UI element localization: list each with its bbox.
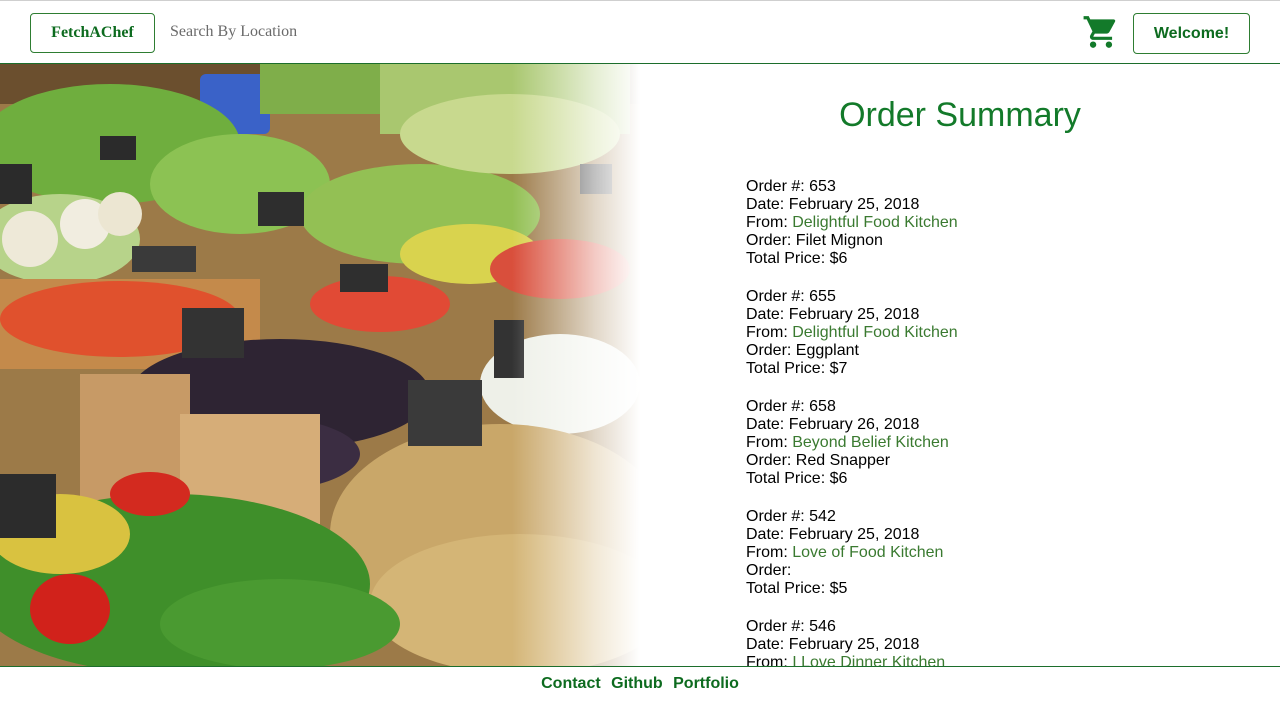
kitchen-link[interactable]: I Love Dinner Kitchen	[792, 654, 945, 666]
order-number: 658	[809, 398, 836, 415]
order-date-line: Date: February 25, 2018	[746, 526, 920, 543]
order-total: $6	[829, 250, 848, 267]
top-nav: FetchAChef Welcome!	[0, 0, 1280, 64]
order-date-line: Date: February 26, 2018	[746, 416, 920, 433]
order-number-line: Order #: 546	[746, 618, 836, 635]
order-dish-line: Order: Eggplant	[746, 342, 859, 359]
order-date-line: Date: February 25, 2018	[746, 636, 920, 653]
order-number-line: Order #: 653	[746, 178, 836, 195]
order-item: Order #: 653 Date: February 25, 2018 Fro…	[746, 178, 1246, 268]
order-item: Order #: 658 Date: February 26, 2018 Fro…	[746, 398, 1246, 488]
order-total: $7	[829, 360, 848, 377]
image-fade-overlay	[0, 64, 640, 666]
order-item: Order #: 546 Date: February 25, 2018 Fro…	[746, 618, 1246, 666]
order-total-line: Total Price: $6	[746, 250, 848, 267]
contact-link[interactable]: Contact	[541, 675, 601, 692]
order-date: February 25, 2018	[788, 306, 920, 323]
order-from-line: From: Beyond Belief Kitchen	[746, 434, 949, 451]
search-location-input[interactable]	[170, 19, 470, 45]
kitchen-link[interactable]: Delightful Food Kitchen	[792, 324, 957, 341]
order-dish: Filet Mignon	[795, 232, 883, 249]
order-dish-line: Order: Filet Mignon	[746, 232, 883, 249]
order-item: Order #: 542 Date: February 25, 2018 Fro…	[746, 508, 1246, 598]
kitchen-link[interactable]: Delightful Food Kitchen	[792, 214, 957, 231]
footer: Contact Github Portfolio	[0, 666, 1280, 727]
market-produce-image	[0, 64, 640, 666]
github-link[interactable]: Github	[611, 675, 663, 692]
portfolio-link[interactable]: Portfolio	[673, 675, 739, 692]
order-number: 653	[809, 178, 836, 195]
order-number-line: Order #: 542	[746, 508, 836, 525]
cart-icon-svg	[1083, 16, 1116, 48]
order-date-line: Date: February 25, 2018	[746, 196, 920, 213]
kitchen-link[interactable]: Beyond Belief Kitchen	[792, 434, 949, 451]
order-total-line: Total Price: $6	[746, 470, 848, 487]
order-date: February 25, 2018	[788, 636, 920, 653]
welcome-button[interactable]: Welcome!	[1133, 13, 1250, 54]
footer-links: Contact Github Portfolio	[0, 675, 1280, 693]
order-date: February 26, 2018	[788, 416, 920, 433]
order-from-line: From: I Love Dinner Kitchen	[746, 654, 1246, 666]
order-total: $5	[829, 580, 848, 597]
order-list: Order #: 653 Date: February 25, 2018 Fro…	[746, 178, 1246, 666]
order-number: 546	[809, 618, 836, 635]
order-dish: Red Snapper	[795, 452, 891, 469]
order-total: $6	[829, 470, 848, 487]
order-item: Order #: 655 Date: February 25, 2018 Fro…	[746, 288, 1246, 378]
order-dish-line: Order:	[746, 562, 792, 579]
order-total-line: Total Price: $5	[746, 580, 848, 597]
order-from-line: From: Delightful Food Kitchen	[746, 214, 958, 231]
page-title: Order Summary	[839, 96, 1081, 134]
brand-button[interactable]: FetchAChef	[30, 13, 155, 53]
kitchen-link[interactable]: Love of Food Kitchen	[792, 544, 943, 561]
order-total-line: Total Price: $7	[746, 360, 848, 377]
order-date-line: Date: February 25, 2018	[746, 306, 920, 323]
order-number: 655	[809, 288, 836, 305]
order-from-line: From: Love of Food Kitchen	[746, 544, 944, 561]
order-dish-line: Order: Red Snapper	[746, 452, 891, 469]
order-number: 542	[809, 508, 836, 525]
order-from-line: From: Delightful Food Kitchen	[746, 324, 958, 341]
order-dish: Eggplant	[795, 342, 859, 359]
order-number-line: Order #: 658	[746, 398, 836, 415]
order-date: February 25, 2018	[788, 526, 920, 543]
order-number-line: Order #: 655	[746, 288, 836, 305]
order-date: February 25, 2018	[788, 196, 920, 213]
cart-icon[interactable]	[1082, 13, 1120, 51]
